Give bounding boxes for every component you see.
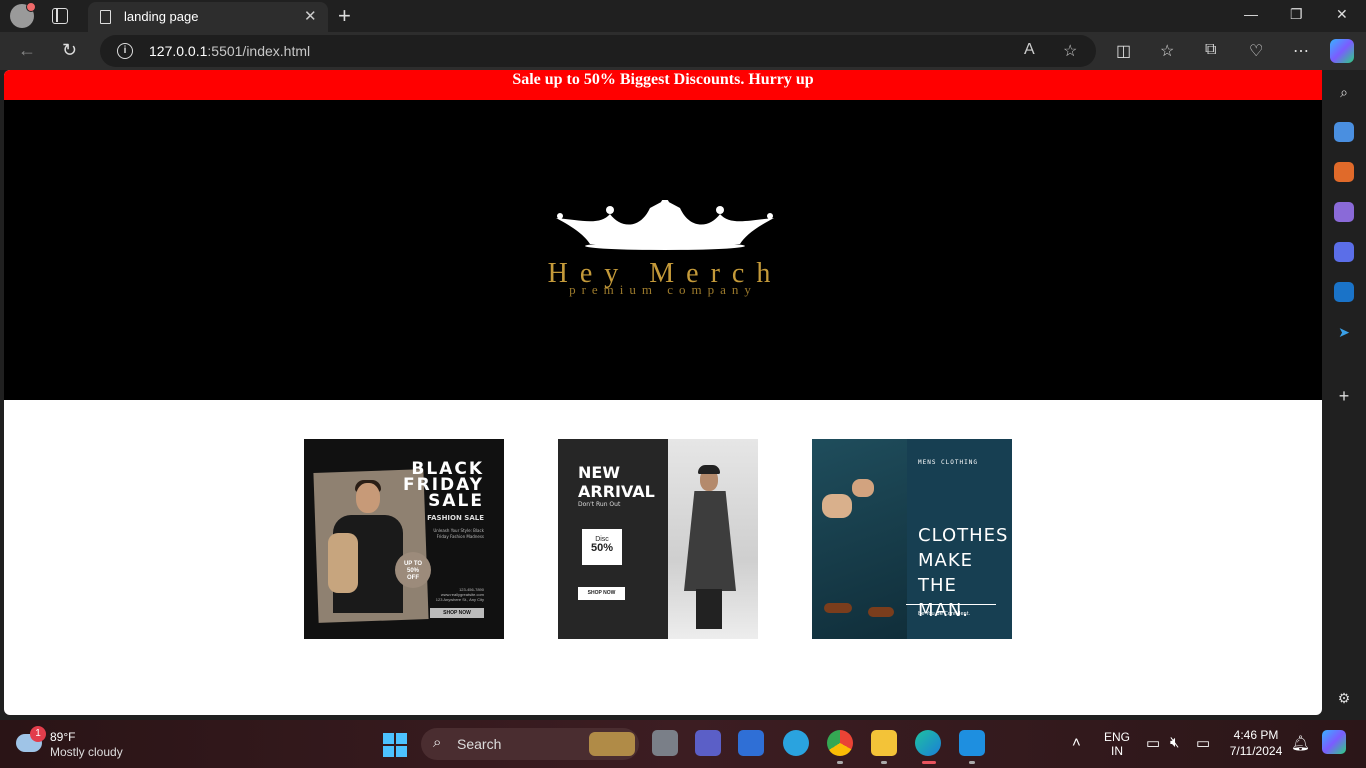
teams-icon[interactable] (695, 730, 721, 756)
card1-shop-now-button[interactable]: SHOP NOW (430, 608, 484, 618)
card1-subtitle: FASHION SALE (427, 514, 484, 522)
browser-title-bar: landing page ✕ + — ❐ ✕ (0, 0, 1366, 32)
card1-blurb: Unleash Your Style: Black Friday Fashion… (433, 528, 484, 539)
windows-taskbar: 1 89°F Mostly cloudy ⌕ Search ˄ ENG IN ▭… (0, 720, 1366, 768)
favorites-icon[interactable]: ☆ (1160, 41, 1174, 61)
brand-tagline: premium company (569, 282, 757, 297)
edge-icon[interactable] (915, 730, 941, 756)
weather-condition: Mostly cloudy (50, 745, 123, 759)
reload-icon[interactable]: ↻ (62, 40, 77, 61)
temperature: 89°F (50, 730, 76, 744)
windows-start-icon[interactable] (383, 733, 407, 757)
browser-essentials-icon[interactable]: ♡ (1249, 41, 1263, 61)
vscode-icon[interactable] (959, 730, 985, 756)
discount-badge: UP TO 50% OFF (395, 552, 431, 588)
search-icon[interactable]: ⌕ (1334, 82, 1354, 102)
sale-banner: Sale up to 50% Biggest Discounts. Hurry … (4, 70, 1322, 100)
chevron-up-icon[interactable]: ˄ (1072, 734, 1081, 751)
mens-clothing-card[interactable]: MENS CLOTHING CLOTHES MAKE THE MAN. Be Y… (812, 439, 1012, 639)
telegram-icon[interactable] (783, 730, 809, 756)
copilot-taskbar-icon[interactable] (1322, 730, 1346, 754)
url-path: :5501/index.html (207, 43, 311, 59)
search-icon: ⌕ (433, 734, 442, 751)
collections-icon[interactable]: ⧉ (1205, 41, 1216, 59)
model-figure (328, 480, 408, 613)
tab-close-icon[interactable]: ✕ (304, 7, 317, 25)
volume-muted-icon[interactable]: 🔇︎ (1170, 734, 1179, 751)
clock[interactable]: 4:46 PM 7/11/2024 (1228, 728, 1284, 758)
card2-shop-now-button[interactable]: SHOP NOW (578, 587, 625, 600)
search-label: Search (457, 736, 502, 752)
page-icon (100, 10, 111, 24)
shopping-tag-icon[interactable] (1334, 122, 1354, 142)
browser-toolbar: ← ↻ i 127.0.0.1:5501/index.html A ☆ ◫ ☆ … (0, 32, 1366, 70)
search-highlight-image (589, 732, 635, 756)
favorite-star-icon[interactable]: ☆ (1063, 41, 1077, 61)
read-aloud-icon[interactable]: A (1024, 41, 1035, 59)
new-tab-button[interactable]: + (338, 3, 351, 29)
chrome-icon[interactable] (827, 730, 853, 756)
network-icon[interactable]: ▭ (1146, 734, 1160, 752)
tools-briefcase-icon[interactable] (1334, 162, 1354, 182)
microsoft-365-icon[interactable] (1334, 242, 1354, 262)
more-menu-icon[interactable]: ⋯ (1293, 41, 1309, 61)
url-text[interactable]: 127.0.0.1:5501/index.html (149, 43, 310, 59)
settings-gear-icon[interactable]: ⚙ (1334, 688, 1354, 708)
hero-section: Hey Merch premium company (4, 100, 1322, 400)
active-indicator (922, 761, 936, 764)
card2-subtitle: Don't Run Out (578, 501, 621, 508)
product-cards: BLACK FRIDAY SALE FASHION SALE Unleash Y… (4, 439, 1322, 639)
games-icon[interactable] (1334, 202, 1354, 222)
taskbar-search[interactable]: ⌕ Search (421, 728, 639, 760)
battery-icon[interactable]: ▭ (1196, 734, 1210, 752)
card3-tagline: Be You Be Confident. (918, 611, 971, 617)
notifications-bell-icon[interactable]: 🔔︎ (1291, 734, 1310, 752)
tab-title: landing page (124, 9, 199, 24)
crown-logo-icon (556, 200, 774, 250)
split-screen-icon[interactable]: ◫ (1116, 41, 1131, 61)
microsoft-store-icon[interactable] (738, 730, 764, 756)
model-figure (682, 461, 738, 631)
tab-landing-page[interactable]: landing page ✕ (88, 2, 328, 32)
file-explorer-icon[interactable] (871, 730, 897, 756)
card1-title: BLACK FRIDAY SALE (403, 459, 484, 511)
url-host: 127.0.0.1 (149, 43, 208, 59)
card3-kicker: MENS CLOTHING (918, 459, 978, 466)
edge-sidebar: ⌕ ➤ + ⚙ (1322, 70, 1366, 720)
discount-box: Disc 50% (582, 529, 622, 565)
card1-contact: 123-456-7890 www.reallygreatsite.com 123… (435, 587, 484, 602)
divider (906, 604, 996, 605)
copilot-icon[interactable] (1330, 39, 1354, 63)
minimize-icon[interactable]: — (1244, 6, 1258, 22)
add-icon[interactable]: + (1334, 386, 1354, 406)
running-indicator (881, 761, 887, 764)
weather-badge: 1 (30, 726, 46, 742)
close-window-icon[interactable]: ✕ (1336, 6, 1348, 23)
task-view-icon[interactable] (652, 730, 678, 756)
profile-avatar[interactable] (10, 2, 36, 28)
language-indicator[interactable]: ENG IN (1104, 730, 1130, 758)
restore-icon[interactable]: ❐ (1290, 6, 1303, 23)
address-bar[interactable]: i 127.0.0.1:5501/index.html A ☆ (100, 35, 1096, 67)
suit-photo (812, 439, 907, 639)
site-info-icon[interactable]: i (117, 43, 133, 59)
running-indicator (837, 761, 843, 764)
running-indicator (969, 761, 975, 764)
card2-title: NEW ARRIVAL (578, 463, 655, 501)
black-friday-sale-card[interactable]: BLACK FRIDAY SALE FASHION SALE Unleash Y… (304, 439, 504, 639)
card3-title: CLOTHES MAKE THE MAN. (918, 525, 1009, 621)
page-viewport: Sale up to 50% Biggest Discounts. Hurry … (4, 70, 1322, 715)
outlook-icon[interactable] (1334, 282, 1354, 302)
back-arrow-icon[interactable]: ← (18, 40, 36, 61)
send-icon[interactable]: ➤ (1334, 322, 1354, 342)
tab-actions-icon[interactable] (52, 8, 68, 24)
new-arrival-card[interactable]: NEW ARRIVAL Don't Run Out Disc 50% SHOP … (558, 439, 758, 639)
